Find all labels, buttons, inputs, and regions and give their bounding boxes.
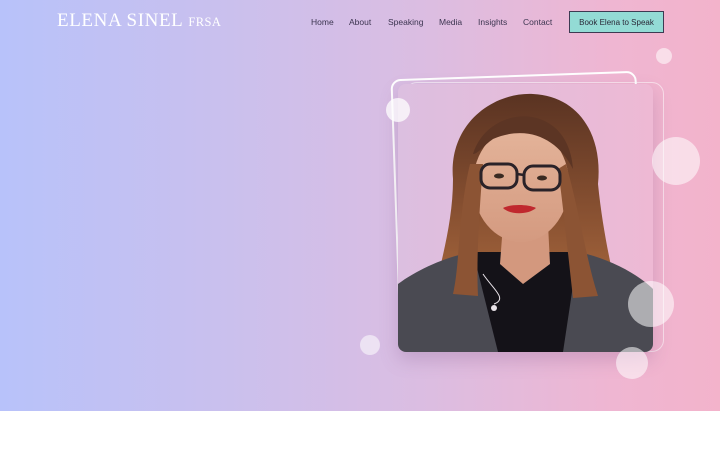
nav-item-speaking[interactable]: Speaking <box>388 17 423 27</box>
nav-item-home[interactable]: Home <box>311 17 334 27</box>
site-logo[interactable]: ELENA SINEL FRSA <box>57 10 221 34</box>
hero-section: ELENA SINEL FRSA Home About Speaking Med… <box>0 0 720 411</box>
nav-item-about[interactable]: About <box>349 17 371 27</box>
decorative-bubble <box>386 98 410 122</box>
decorative-bubble <box>616 347 648 379</box>
portrait-illustration <box>398 84 653 352</box>
logo-suffix: FRSA <box>188 15 222 29</box>
decorative-bubble <box>656 48 672 64</box>
book-speaker-button[interactable]: Book Elena to Speak <box>569 11 664 33</box>
decorative-bubble <box>652 137 700 185</box>
logo-name: ELENA SINEL <box>57 10 184 31</box>
nav-item-insights[interactable]: Insights <box>478 17 507 27</box>
portrait-photo <box>398 84 653 352</box>
nav-item-media[interactable]: Media <box>439 17 462 27</box>
decorative-bubble <box>628 281 674 327</box>
decorative-bubble <box>360 335 380 355</box>
nav-item-contact[interactable]: Contact <box>523 17 552 27</box>
